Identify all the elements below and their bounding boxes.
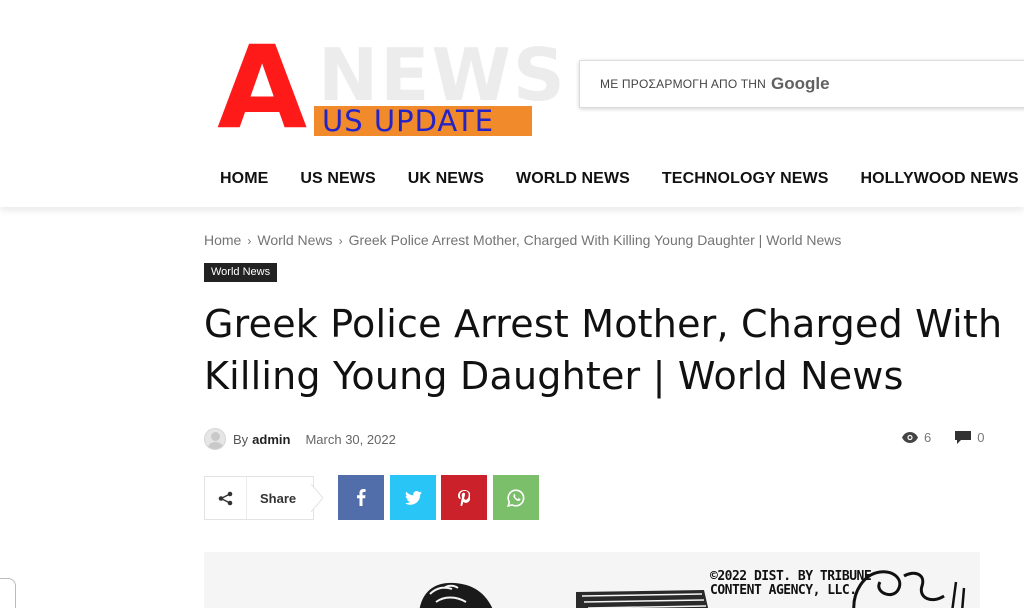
- article-stats: 6 0: [902, 430, 984, 445]
- logo-background-word: NEWS: [318, 33, 567, 117]
- comment-icon: [955, 431, 972, 444]
- comments-count[interactable]: 0: [955, 430, 984, 445]
- twitter-icon: [404, 490, 422, 505]
- nav-item-uk-news[interactable]: UK NEWS: [392, 165, 500, 193]
- whatsapp-share-button[interactable]: [493, 475, 539, 520]
- google-brand: Google: [771, 74, 830, 93]
- pinterest-share-button[interactable]: [441, 475, 487, 520]
- google-search-box[interactable]: ΜΕ ΠΡΟΣΑΡΜΟΓΗ ΑΠΟ ΤΗΝ Google: [579, 60, 1024, 108]
- views-value: 6: [924, 430, 932, 445]
- logo-subtitle: US UPDATE: [322, 104, 495, 138]
- image-credit-line2: CONTENT AGENCY, LLC.: [710, 583, 857, 598]
- whatsapp-icon: [507, 488, 525, 507]
- floating-panel-edge[interactable]: [0, 578, 16, 608]
- facebook-share-button[interactable]: [338, 475, 384, 520]
- nav-item-world-news[interactable]: WORLD NEWS: [500, 165, 646, 193]
- category-tag[interactable]: World News: [204, 263, 278, 282]
- nav-item-home[interactable]: HOME: [204, 165, 284, 193]
- comments-value: 0: [977, 430, 985, 445]
- breadcrumb-current: Greek Police Arrest Mother, Charged With…: [348, 232, 842, 248]
- share-icon: [205, 477, 247, 519]
- breadcrumb-separator: ›: [247, 234, 252, 248]
- nav-item-us-news[interactable]: US NEWS: [284, 165, 391, 193]
- image-credit-line1: ©2022 DIST. BY TRIBUNE: [710, 569, 872, 584]
- publish-date: March 30, 2022: [305, 431, 396, 447]
- logo-letter: A: [217, 21, 308, 154]
- share-label: Share: [260, 490, 297, 506]
- by-label: By: [233, 431, 249, 447]
- image-credit: ©2022 DIST. BY TRIBUNE CONTENT AGENCY, L…: [710, 569, 872, 598]
- article-image[interactable]: ©2022 DIST. BY TRIBUNE CONTENT AGENCY, L…: [204, 552, 980, 608]
- author-link[interactable]: admin: [252, 432, 290, 447]
- article-meta: By admin March 30, 2022: [204, 428, 396, 450]
- views-count: 6: [902, 430, 931, 445]
- article-title: Greek Police Arrest Mother, Charged With…: [204, 302, 1003, 398]
- site-header: NEWS A US UPDATE ΜΕ ΠΡΟΣΑΡΜΟΓΗ ΑΠΟ ΤΗΝ G…: [0, 0, 1024, 207]
- main-nav: HOME US NEWS UK NEWS WORLD NEWS TECHNOLO…: [204, 165, 1024, 193]
- nav-item-hollywood-news[interactable]: HOLLYWOOD NEWS: [844, 165, 1024, 193]
- breadcrumb-home[interactable]: Home: [204, 232, 241, 248]
- facebook-icon: [357, 489, 366, 506]
- site-logo[interactable]: NEWS A US UPDATE: [217, 21, 565, 154]
- twitter-share-button[interactable]: [390, 475, 436, 520]
- share-arrow-icon: [311, 484, 323, 512]
- breadcrumb: Home › World News › Greek Police Arrest Moth…: [204, 232, 841, 248]
- nav-item-technology-news[interactable]: TECHNOLOGY NEWS: [646, 165, 845, 193]
- pinterest-icon: [458, 489, 470, 506]
- breadcrumb-separator: ›: [338, 234, 343, 248]
- share-button[interactable]: Share: [204, 476, 314, 520]
- breadcrumb-world-news[interactable]: World News: [257, 232, 332, 248]
- eye-icon: [902, 432, 918, 443]
- search-label: ΜΕ ΠΡΟΣΑΡΜΟΓΗ ΑΠΟ ΤΗΝ: [600, 77, 767, 91]
- avatar[interactable]: [204, 428, 226, 450]
